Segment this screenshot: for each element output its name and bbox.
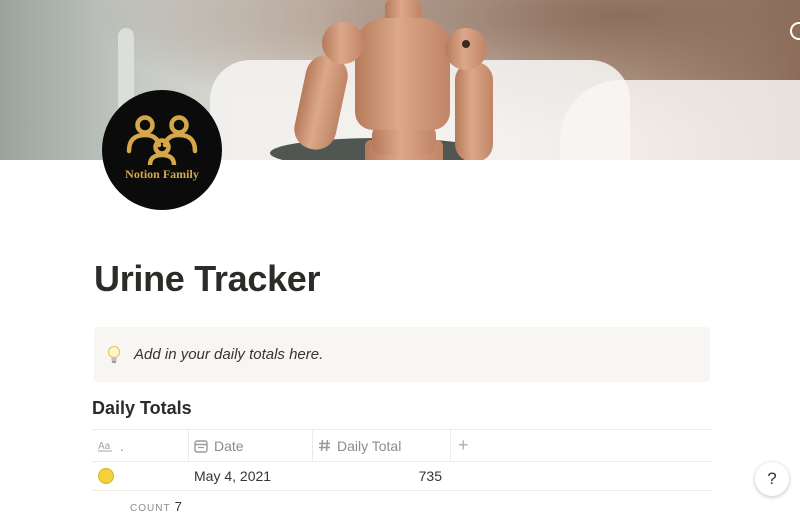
row-daily-total-cell[interactable]: 735 (392, 462, 442, 490)
database-table: Aa . Date Daily Total + May 4, 2021 735 (92, 429, 712, 491)
svg-text:Aa: Aa (98, 441, 111, 452)
callout-text: Add in your daily totals here. (134, 346, 324, 363)
callout-block[interactable]: Add in your daily totals here. (94, 327, 710, 382)
lightbulb-icon (106, 345, 122, 365)
row-date-cell[interactable]: May 4, 2021 (194, 462, 314, 490)
figure-torso (355, 18, 450, 130)
hash-icon (318, 439, 331, 452)
column-label-name: . (120, 437, 124, 454)
page-icon[interactable]: Notion Family (102, 90, 222, 210)
figure-joint (462, 40, 470, 48)
table-row[interactable]: May 4, 2021 735 (92, 461, 712, 491)
column-divider (188, 430, 189, 461)
cover-sink-right (560, 80, 800, 160)
family-icon (126, 114, 198, 165)
text-aa-icon: Aa (98, 440, 114, 452)
figure-shoulder-right (445, 28, 487, 70)
figure-arm-right (455, 62, 493, 160)
row-name-cell[interactable] (98, 462, 188, 490)
column-divider (312, 430, 313, 461)
count-label: COUNT (130, 503, 171, 514)
table-header-row: Aa . Date Daily Total + (92, 429, 712, 461)
column-label-date: Date (214, 437, 244, 454)
calendar-icon (194, 439, 208, 453)
column-header-daily-total[interactable]: Daily Total (318, 430, 448, 461)
help-button[interactable]: ? (755, 462, 789, 496)
column-header-date[interactable]: Date (194, 430, 314, 461)
yellow-circle-icon (98, 468, 114, 484)
column-header-name[interactable]: Aa . (98, 430, 188, 461)
add-column-button[interactable]: + (458, 430, 488, 461)
database-title[interactable]: Daily Totals (92, 398, 192, 419)
page-title[interactable]: Urine Tracker (94, 258, 321, 300)
figure-shoulder-left (322, 22, 364, 64)
column-divider (450, 430, 451, 461)
column-label-daily-total: Daily Total (337, 437, 402, 454)
icon-brand-text: Notion Family (125, 166, 199, 181)
